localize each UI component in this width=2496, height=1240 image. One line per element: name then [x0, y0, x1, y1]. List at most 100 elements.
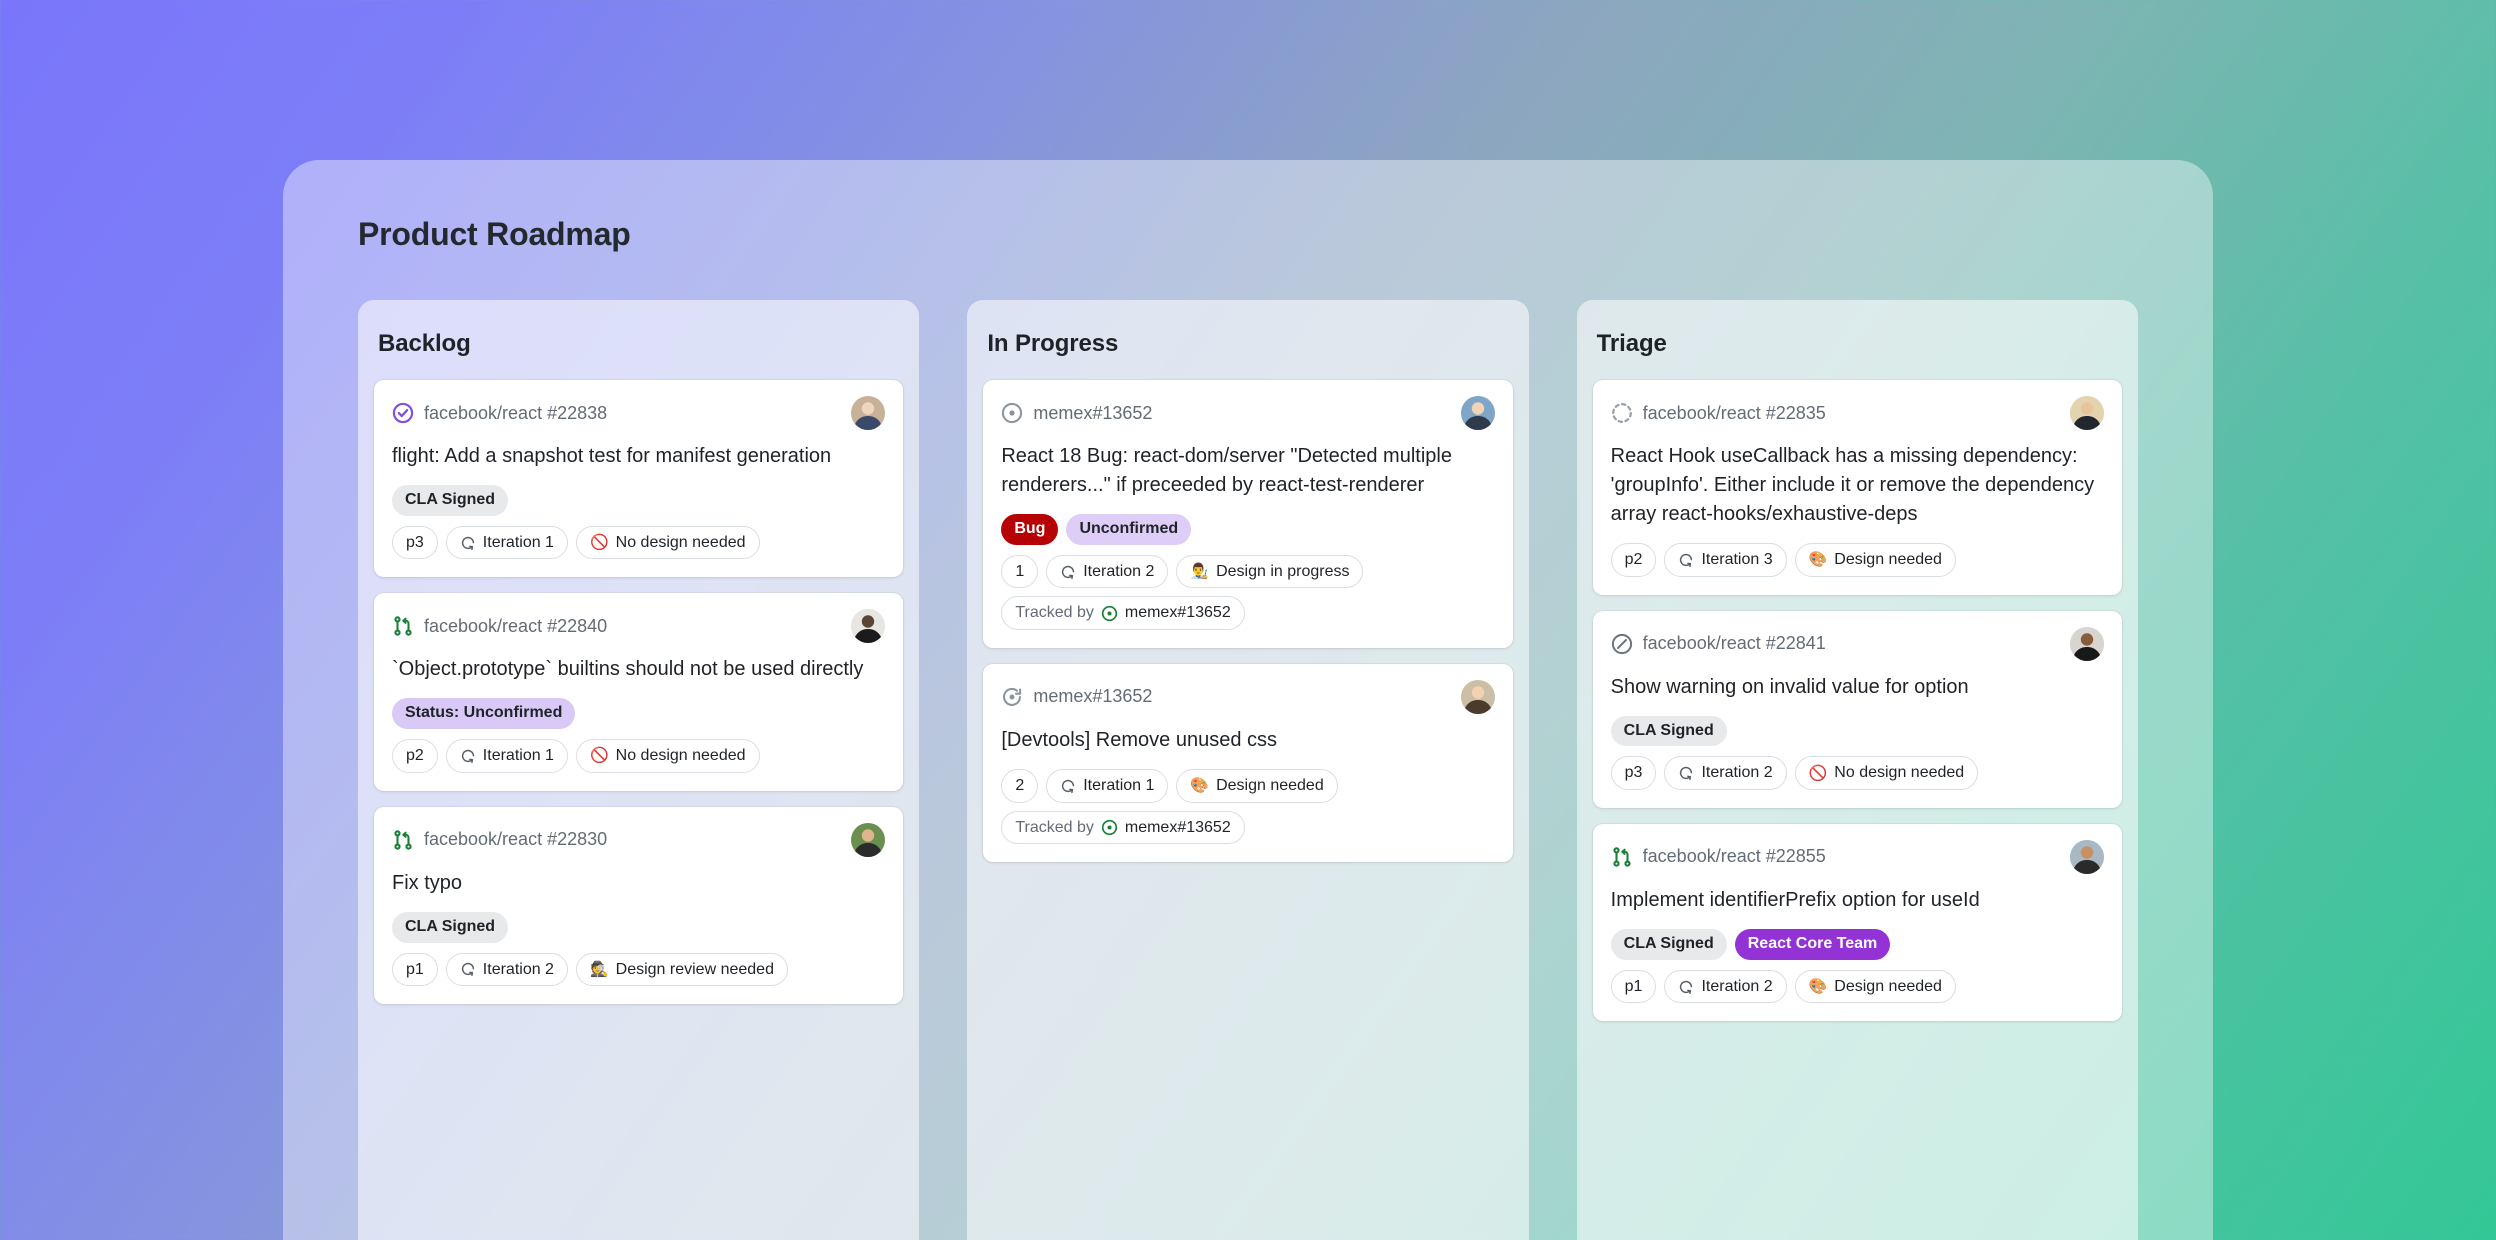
label-status-unconfirmed[interactable]: Status: Unconfirmed — [392, 698, 576, 730]
meta-chip[interactable]: p3 — [392, 525, 438, 560]
label-bug[interactable]: Bug — [1001, 514, 1059, 545]
card-meta-row: p1 Iteration 2 🕵️ Design review needed — [392, 952, 885, 987]
card-title[interactable]: `Object.prototype` builtins should not b… — [392, 655, 885, 684]
meta-chip-label: p3 — [1624, 764, 1643, 782]
no-entry-emoji: 🚫 — [589, 747, 609, 765]
board-card[interactable]: memex#13652 [Devtools] Remove unused css 2… — [983, 663, 1513, 863]
board-card[interactable]: memex#13652 React 18 Bug: react-dom/serve… — [983, 380, 1513, 648]
card-meta-row: 2 Iteration 1 🎨 Design needed — [1001, 768, 1494, 803]
meta-chip[interactable]: p1 — [392, 952, 438, 987]
column-card-list: memex#13652 React 18 Bug: react-dom/serve… — [983, 380, 1513, 863]
avatar[interactable] — [1460, 396, 1495, 430]
pull-request-open-icon — [394, 830, 412, 850]
meta-chip[interactable]: Iteration 1 — [445, 739, 568, 773]
board-card[interactable]: facebook/react #22840 `Object.prototype` … — [374, 593, 904, 791]
meta-chip[interactable]: p2 — [392, 739, 438, 773]
meta-chip[interactable]: Iteration 3 — [1664, 543, 1787, 577]
avatar[interactable] — [851, 822, 886, 857]
card-repo-ref[interactable]: facebook/react #22855 — [1643, 846, 1826, 867]
card-title[interactable]: Show warning on invalid value for option — [1611, 673, 2104, 702]
card-title[interactable]: React Hook useCallback has a missing dep… — [1611, 442, 2104, 529]
meta-chip[interactable]: 🎨 Design needed — [1176, 768, 1338, 803]
artist-emoji: 👨‍🎨 — [1190, 563, 1210, 581]
meta-chip[interactable]: 🎨 Design needed — [1794, 969, 1956, 1004]
avatar[interactable] — [851, 609, 886, 644]
label-cla[interactable]: CLA Signed — [392, 911, 509, 943]
meta-chip[interactable]: 👨‍🎨 Design in progress — [1176, 554, 1364, 589]
issue-closed-completed-icon — [392, 402, 414, 424]
card-title[interactable]: Implement identifierPrefix option for us… — [1611, 886, 2104, 915]
palette-emoji: 🎨 — [1190, 777, 1210, 795]
avatar[interactable] — [851, 396, 886, 430]
board-card[interactable]: facebook/react #22841 Show warning on inv… — [1592, 610, 2122, 808]
issue-in-progress-icon — [1003, 687, 1022, 706]
meta-chip-label: p2 — [1624, 551, 1643, 568]
label-unconfirmed[interactable]: Unconfirmed — [1066, 514, 1192, 545]
issue-draft-dashed-icon — [1611, 403, 1632, 423]
palette-emoji: 🎨 — [1808, 978, 1828, 996]
tracked-by-chip[interactable]: Tracked by memex#13652 — [1001, 596, 1245, 630]
card-title[interactable]: Fix typo — [392, 869, 885, 898]
iteration-icon — [1680, 980, 1693, 994]
meta-chip[interactable]: 🚫 No design needed — [575, 525, 760, 560]
meta-chip[interactable]: Iteration 1 — [445, 525, 568, 560]
meta-chip[interactable]: Iteration 2 — [1664, 969, 1787, 1004]
card-repo-ref[interactable]: facebook/react #22830 — [424, 829, 607, 850]
board-card[interactable]: facebook/react #22835 React Hook useCallb… — [1592, 380, 2122, 595]
pull-request-open-icon — [1613, 847, 1631, 867]
iteration-icon — [1680, 767, 1693, 781]
meta-chip[interactable]: p2 — [1610, 543, 1657, 577]
board-card[interactable]: facebook/react #22855 Implement identifie… — [1592, 823, 2122, 1022]
card-repo-ref[interactable]: memex#13652 — [1033, 403, 1152, 424]
meta-chip[interactable]: Iteration 2 — [1046, 554, 1169, 589]
board-column-backlog: Backlog facebook/react #22838 flight: Add … — [358, 300, 920, 1240]
meta-chip[interactable]: Iteration 1 — [1046, 768, 1169, 803]
card-header: memex#13652 — [1001, 679, 1495, 714]
meta-chip[interactable]: 1 — [1001, 554, 1039, 589]
label-cla[interactable]: CLA Signed — [1610, 928, 1727, 960]
card-repo-ref[interactable]: facebook/react #22838 — [424, 403, 607, 424]
board-card[interactable]: facebook/react #22830 Fix typo CLA Signed p… — [374, 806, 904, 1005]
meta-chip[interactable]: 🚫 No design needed — [1794, 756, 1979, 790]
meta-chip[interactable]: 🕵️ Design review needed — [575, 952, 788, 987]
meta-chip[interactable]: 🎨 Design needed — [1794, 543, 1956, 577]
board-card[interactable]: facebook/react #22838 flight: Add a snaps… — [374, 380, 904, 578]
card-repo-ref[interactable]: memex#13652 — [1033, 686, 1152, 707]
card-header: facebook/react #22840 — [392, 609, 886, 644]
card-title[interactable]: flight: Add a snapshot test for manifest… — [392, 442, 885, 471]
meta-chip[interactable]: 🚫 No design needed — [575, 739, 760, 773]
label-cla[interactable]: CLA Signed — [392, 485, 509, 516]
avatar[interactable] — [2069, 839, 2104, 874]
meta-chip[interactable]: Iteration 2 — [1664, 756, 1787, 790]
card-repo-ref[interactable]: facebook/react #22841 — [1643, 633, 1826, 654]
avatar[interactable] — [2069, 396, 2104, 430]
iteration-icon — [461, 536, 474, 550]
card-meta-row: p2 Iteration 1 🚫 No design needed — [392, 739, 885, 773]
meta-chip-label: Iteration 3 — [1701, 551, 1773, 568]
label-cla[interactable]: CLA Signed — [1610, 715, 1727, 747]
card-header: facebook/react #22838 — [392, 396, 886, 430]
board-column-triage: Triage facebook/react #22835 React Hook us… — [1576, 300, 2138, 1240]
meta-chip[interactable]: p3 — [1610, 756, 1657, 790]
card-label-row: CLA Signed — [392, 485, 885, 516]
card-repo-ref[interactable]: facebook/react #22840 — [424, 616, 607, 637]
label-react-core-team[interactable]: React Core Team — [1734, 928, 1891, 960]
meta-chip[interactable]: 2 — [1001, 768, 1039, 803]
card-meta-row: p3 Iteration 2 🚫 No design needed — [1610, 756, 2104, 790]
tracked-by-icon — [1101, 819, 1118, 836]
column-title: Backlog — [378, 330, 471, 357]
card-repo-ref[interactable]: facebook/react #22835 — [1643, 403, 1826, 424]
card-label-row: CLA Signed React Core Team — [1610, 928, 2104, 960]
meta-chip-label: Iteration 1 — [482, 533, 554, 551]
tracked-by-chip[interactable]: Tracked by memex#13652 — [1001, 810, 1245, 845]
meta-chip-label: Design review needed — [615, 960, 774, 978]
meta-chip[interactable]: Iteration 2 — [445, 952, 568, 987]
card-title[interactable]: React 18 Bug: react-dom/server "Detected… — [1001, 442, 1494, 500]
card-title[interactable]: [Devtools] Remove unused css — [1001, 726, 1494, 755]
meta-chip-label: Iteration 2 — [1083, 562, 1155, 580]
meta-chip[interactable]: p1 — [1610, 969, 1657, 1004]
avatar[interactable] — [2069, 626, 2104, 661]
avatar[interactable] — [1460, 679, 1495, 714]
column-card-list: facebook/react #22835 React Hook useCallb… — [1592, 380, 2122, 1022]
iteration-icon — [1680, 553, 1693, 567]
